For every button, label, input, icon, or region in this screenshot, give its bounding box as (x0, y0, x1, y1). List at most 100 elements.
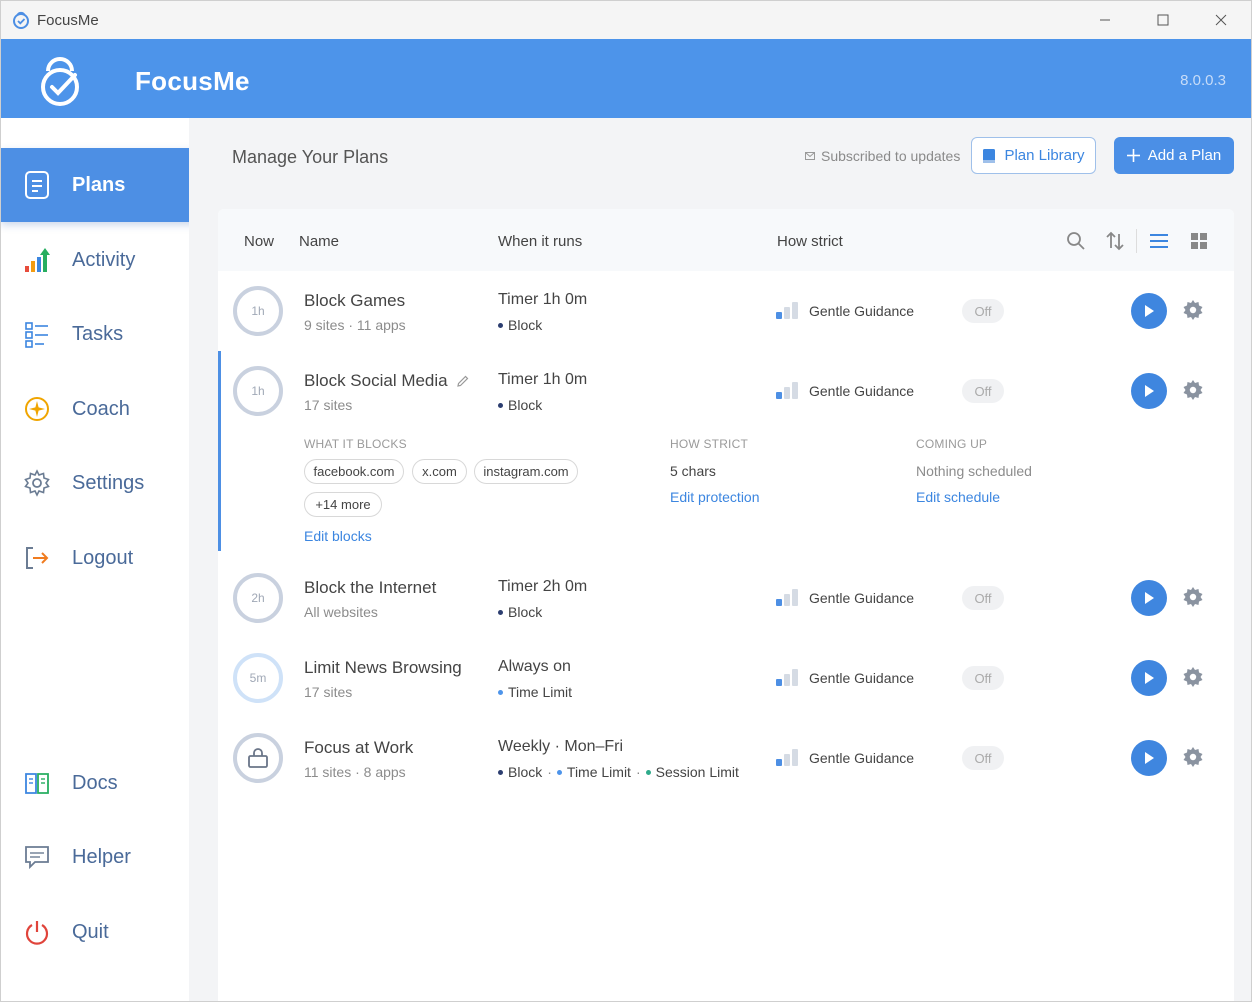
timer-ring: 1h (233, 366, 283, 416)
start-plan-button[interactable] (1131, 660, 1167, 696)
what-it-blocks-label: WHAT IT BLOCKS (304, 437, 407, 451)
table-row-expanded[interactable]: 1h Block Social Media 17 sites Timer 1h … (218, 351, 1234, 551)
plan-summary: 17 sites (304, 684, 353, 700)
plan-settings-icon[interactable] (1182, 299, 1204, 321)
plan-library-button[interactable]: Plan Library (971, 137, 1096, 174)
plan-name: Block Games (304, 291, 406, 310)
start-plan-button[interactable] (1131, 740, 1167, 776)
start-plan-button[interactable] (1131, 580, 1167, 616)
sidebar-item-label: Logout (72, 546, 134, 569)
page-title: Manage Your Plans (232, 147, 389, 167)
table-row[interactable]: 1h Block Games 9 sites · 11 apps Timer 1… (218, 271, 1234, 351)
sidebar: Plans Activity Tasks Coach Settings Logo… (1, 118, 202, 1001)
strictness-bars-icon (776, 748, 800, 766)
sidebar-item-quit[interactable]: Quit (1, 895, 202, 969)
title-bar: FocusMe (1, 1, 1251, 39)
sidebar-item-tasks[interactable]: Tasks (1, 297, 202, 371)
blocked-site-chip[interactable]: x.com (412, 459, 467, 484)
plan-schedule: Always on (498, 658, 571, 675)
timer-ring: 1h (233, 286, 283, 336)
how-strict-label: HOW STRICT (670, 437, 748, 451)
sidebar-item-label: Quit (72, 920, 109, 943)
plan-summary: 11 sites · 8 apps (304, 764, 406, 780)
plan-schedule: Weekly · Mon–Fri (498, 738, 624, 755)
plan-settings-icon[interactable] (1182, 379, 1204, 401)
strictness-level: Gentle Guidance (809, 670, 915, 686)
blocked-site-chip[interactable]: facebook.com (304, 459, 404, 484)
status-badge: Off (962, 379, 1004, 403)
strictness-bars-icon (776, 381, 800, 399)
status-badge: Off (962, 746, 1004, 770)
status-badge: Off (962, 586, 1004, 610)
timer-ring: 5m (233, 653, 283, 703)
more-sites-chip[interactable]: +14 more (304, 492, 382, 517)
edit-schedule-link[interactable]: Edit schedule (916, 489, 1000, 505)
add-plan-label: Add a Plan (1147, 147, 1222, 164)
plan-tags: Time Limit (498, 684, 572, 700)
plan-name: Block the Internet (304, 578, 437, 597)
search-icon[interactable] (1064, 229, 1088, 253)
strictness-level: Gentle Guidance (809, 750, 915, 766)
plan-summary: 17 sites (304, 397, 353, 413)
logout-icon (22, 543, 52, 573)
edit-protection-link[interactable]: Edit protection (670, 489, 760, 505)
start-plan-button[interactable] (1131, 293, 1167, 329)
sidebar-item-coach[interactable]: Coach (1, 372, 202, 446)
plans-icon (22, 170, 52, 200)
plan-settings-icon[interactable] (1182, 666, 1204, 688)
plan-schedule: Timer 1h 0m (498, 291, 588, 308)
plan-schedule: Timer 2h 0m (498, 578, 588, 595)
subscribed-label: Subscribed to updates (821, 148, 961, 164)
blocked-site-chip[interactable]: instagram.com (474, 459, 578, 484)
sidebar-item-plans[interactable]: Plans (1, 148, 202, 222)
main-panel: Manage Your Plans Subscribed to updates … (189, 118, 1251, 1001)
column-header-when[interactable]: When it runs (498, 233, 582, 250)
table-row[interactable]: 2h Block the Internet All websites Timer… (218, 558, 1234, 638)
plan-summary: All websites (304, 604, 378, 620)
tasks-icon (22, 319, 52, 349)
sidebar-item-label: Docs (72, 771, 118, 794)
power-icon (22, 917, 52, 947)
edit-blocks-link[interactable]: Edit blocks (304, 528, 372, 544)
play-icon (1145, 672, 1154, 684)
column-header-now[interactable]: Now (244, 233, 274, 250)
coach-icon (22, 394, 52, 424)
sidebar-item-docs[interactable]: Docs (1, 746, 202, 820)
plan-library-label: Plan Library (1004, 147, 1085, 164)
window-title: FocusMe (37, 12, 99, 29)
plan-name: Block Social Media (304, 371, 470, 391)
sidebar-item-settings[interactable]: Settings (1, 446, 202, 520)
column-header-strict[interactable]: How strict (777, 233, 843, 250)
close-button[interactable] (1192, 1, 1250, 39)
sidebar-item-logout[interactable]: Logout (1, 521, 202, 595)
maximize-button[interactable] (1134, 1, 1192, 39)
focusme-logo-icon (41, 57, 79, 106)
add-plan-button[interactable]: Add a Plan (1114, 137, 1234, 174)
plan-tags: Block (498, 317, 542, 333)
app-window: FocusMe FocusMe 8.0.0.3 Plans Activity T… (0, 0, 1252, 1002)
sidebar-item-activity[interactable]: Activity (1, 223, 202, 297)
grid-view-icon[interactable] (1187, 229, 1211, 253)
app-logo-icon (13, 11, 29, 29)
play-icon (1145, 752, 1154, 764)
table-row[interactable]: Focus at Work 11 sites · 8 apps Weekly ·… (218, 718, 1234, 798)
sort-icon[interactable] (1103, 229, 1127, 253)
coming-up-label: COMING UP (916, 437, 988, 451)
plan-settings-icon[interactable] (1182, 586, 1204, 608)
column-header-name[interactable]: Name (299, 233, 339, 250)
subscribed-status[interactable]: Subscribed to updates (805, 148, 960, 164)
activity-icon (22, 245, 52, 275)
brand-name: FocusMe (135, 66, 250, 96)
sidebar-item-helper[interactable]: Helper (1, 820, 202, 894)
plan-summary: 9 sites · 11 apps (304, 317, 406, 333)
strictness-bars-icon (776, 668, 800, 686)
plan-name: Limit News Browsing (304, 658, 462, 677)
sidebar-item-label: Activity (72, 248, 136, 271)
plan-settings-icon[interactable] (1182, 746, 1204, 768)
minimize-button[interactable] (1076, 1, 1134, 39)
start-plan-button[interactable] (1131, 373, 1167, 409)
edit-pencil-icon[interactable] (456, 374, 470, 388)
list-view-icon[interactable] (1147, 229, 1171, 253)
plan-name: Focus at Work (304, 738, 414, 757)
table-row[interactable]: 5m Limit News Browsing 17 sites Always o… (218, 638, 1234, 718)
